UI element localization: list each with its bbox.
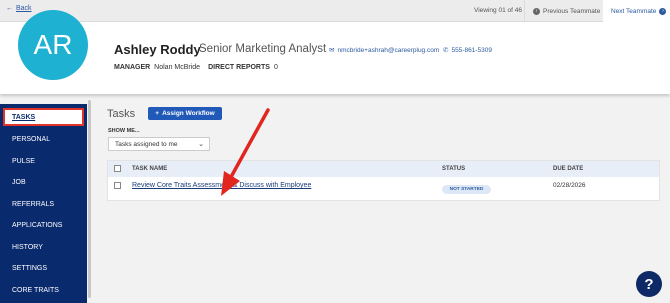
back-link[interactable]: ← Back xyxy=(6,5,32,12)
sidebar-item-job[interactable]: JOB xyxy=(0,172,87,194)
due-date: 02/28/2026 xyxy=(553,182,586,189)
select-all-checkbox[interactable] xyxy=(114,165,121,172)
top-bar: ← Back Viewing 01 of 46 ‹ Previous Teamm… xyxy=(0,0,670,22)
manager-label: MANAGER xyxy=(114,64,151,71)
tasks-table: TASK NAME STATUS DUE DATE Review Core Tr… xyxy=(107,160,660,201)
task-filter-select[interactable]: Tasks assigned to me ⌄ xyxy=(108,137,210,151)
filter-label: SHOW ME... xyxy=(108,128,140,134)
phone-icon: ✆ xyxy=(443,47,449,54)
sidebar-item-pulse[interactable]: PULSE xyxy=(0,151,87,173)
status-badge: NOT STARTED xyxy=(442,185,491,194)
arrow-left-icon: ← xyxy=(6,5,13,12)
back-label: Back xyxy=(16,5,32,12)
sidebar-item-core-traits[interactable]: CORE TRAITS xyxy=(0,280,87,302)
question-icon: ? xyxy=(644,275,654,293)
sidebar-scrollbar[interactable] xyxy=(88,100,91,298)
phone-link[interactable]: ✆ 555-861-5309 xyxy=(443,46,492,55)
profile-meta: MANAGER Nolan McBride DIRECT REPORTS 0 xyxy=(114,64,278,71)
help-button[interactable]: ? xyxy=(636,271,662,297)
next-teammate-button[interactable]: Next Teammate › xyxy=(603,0,670,22)
direct-reports-label: DIRECT REPORTS xyxy=(208,64,270,71)
page-title: Tasks xyxy=(107,108,136,120)
task-name-link[interactable]: Review Core Traits Assessment & Discuss … xyxy=(132,182,311,189)
sidebar-item-settings[interactable]: SETTINGS xyxy=(0,258,87,280)
sidebar: TASKS PERSONAL PULSE JOB REFERRALS APPLI… xyxy=(0,104,87,303)
chevron-left-icon: ‹ xyxy=(533,7,540,15)
sidebar-item-applications[interactable]: APPLICATIONS xyxy=(0,215,87,237)
phone-text: 555-861-5309 xyxy=(451,46,492,54)
direct-reports-count: 0 xyxy=(273,64,278,71)
manager-name: Nolan McBride xyxy=(154,64,201,71)
next-teammate-label: Next Teammate xyxy=(611,7,657,15)
employee-name: Ashley Roddy xyxy=(114,42,201,57)
column-status: STATUS xyxy=(442,166,466,172)
employee-title: Senior Marketing Analyst xyxy=(199,43,327,55)
sidebar-item-referrals[interactable]: REFERRALS xyxy=(0,194,87,216)
sidebar-item-tasks[interactable]: TASKS xyxy=(3,108,84,126)
avatar: AR xyxy=(18,10,88,80)
previous-teammate-button[interactable]: ‹ Previous Teammate xyxy=(524,0,602,22)
assign-workflow-button[interactable]: + Assign Workflow xyxy=(148,107,222,120)
profile-header: Ashley Roddy Senior Marketing Analyst ✉ … xyxy=(0,22,670,94)
plus-icon: + xyxy=(155,110,160,117)
viewing-counter: Viewing 01 of 46 xyxy=(474,7,522,14)
chevron-down-icon: ⌄ xyxy=(198,141,204,148)
column-task-name: TASK NAME xyxy=(132,166,168,172)
mail-icon: ✉ xyxy=(329,47,335,54)
table-header: TASK NAME STATUS DUE DATE xyxy=(108,161,659,177)
sidebar-item-personal[interactable]: PERSONAL xyxy=(0,129,87,151)
email-link[interactable]: ✉ nmcbride+ashrah@careerplug.com xyxy=(329,46,440,55)
chevron-right-icon: › xyxy=(659,7,667,15)
previous-teammate-label: Previous Teammate xyxy=(543,7,601,15)
task-filter-value: Tasks assigned to me xyxy=(115,140,178,148)
sidebar-item-history[interactable]: HISTORY xyxy=(0,237,87,259)
email-text: nmcbride+ashrah@careerplug.com xyxy=(337,46,440,54)
column-due-date: DUE DATE xyxy=(553,166,584,172)
assign-workflow-label: Assign Workflow xyxy=(162,110,215,117)
row-checkbox[interactable] xyxy=(114,182,121,189)
